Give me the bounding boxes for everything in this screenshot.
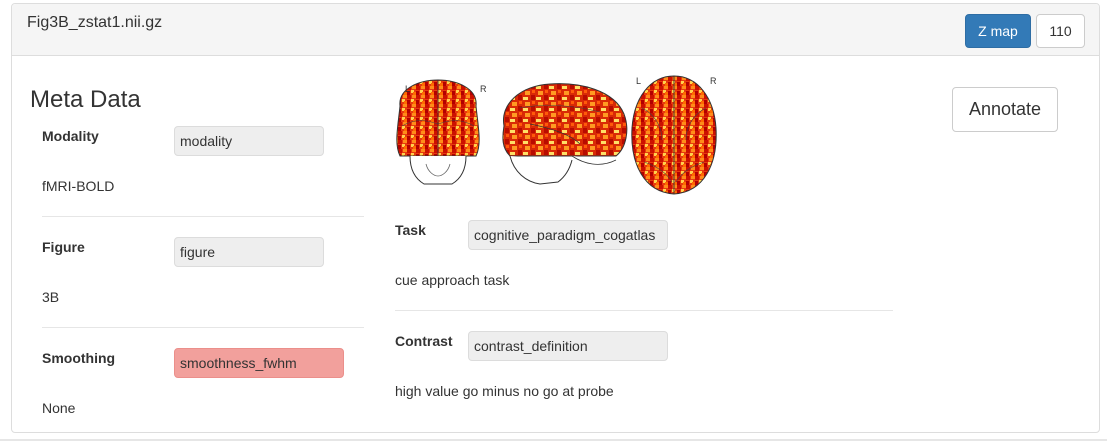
- axial-right-label: R: [710, 76, 717, 86]
- coronal-left-label: L: [405, 84, 410, 94]
- figure-label: Figure: [42, 239, 85, 255]
- contrast-label: Contrast: [395, 333, 453, 349]
- divider: [42, 327, 364, 328]
- task-label: Task: [395, 222, 426, 238]
- divider: [395, 310, 893, 311]
- z-map-button[interactable]: Z map: [965, 14, 1031, 48]
- task-value: cue approach task: [395, 272, 510, 288]
- smoothing-value: None: [42, 400, 76, 416]
- modality-input[interactable]: modality: [174, 126, 324, 156]
- axial-left-label: L: [636, 76, 641, 86]
- smoothing-label: Smoothing: [42, 350, 116, 366]
- file-name-title: Fig3B_zstat1.nii.gz: [27, 14, 163, 31]
- task-input[interactable]: cognitive_paradigm_cogatlas: [468, 220, 668, 250]
- glass-brain-image: L R L R: [396, 75, 717, 195]
- contrast-value: high value go minus no go at probe: [395, 383, 614, 399]
- figure-value: 3B: [42, 289, 60, 305]
- meta-data-heading: Meta Data: [30, 86, 141, 113]
- panel-header: Fig3B_zstat1.nii.gz Z map 110: [12, 4, 1099, 56]
- count-button[interactable]: 110: [1036, 14, 1085, 48]
- annotate-button[interactable]: Annotate: [952, 87, 1058, 132]
- smoothing-input[interactable]: smoothness_fwhm: [174, 348, 344, 378]
- axial-view: [631, 75, 717, 195]
- figure-input[interactable]: figure: [174, 237, 324, 267]
- divider: [42, 216, 364, 217]
- sagittal-view: [502, 83, 628, 185]
- modality-value: fMRI-BOLD: [42, 178, 115, 194]
- contrast-input[interactable]: contrast_definition: [468, 331, 668, 361]
- modality-label: Modality: [42, 128, 99, 144]
- coronal-view: [396, 79, 480, 185]
- coronal-right-label: R: [480, 84, 487, 94]
